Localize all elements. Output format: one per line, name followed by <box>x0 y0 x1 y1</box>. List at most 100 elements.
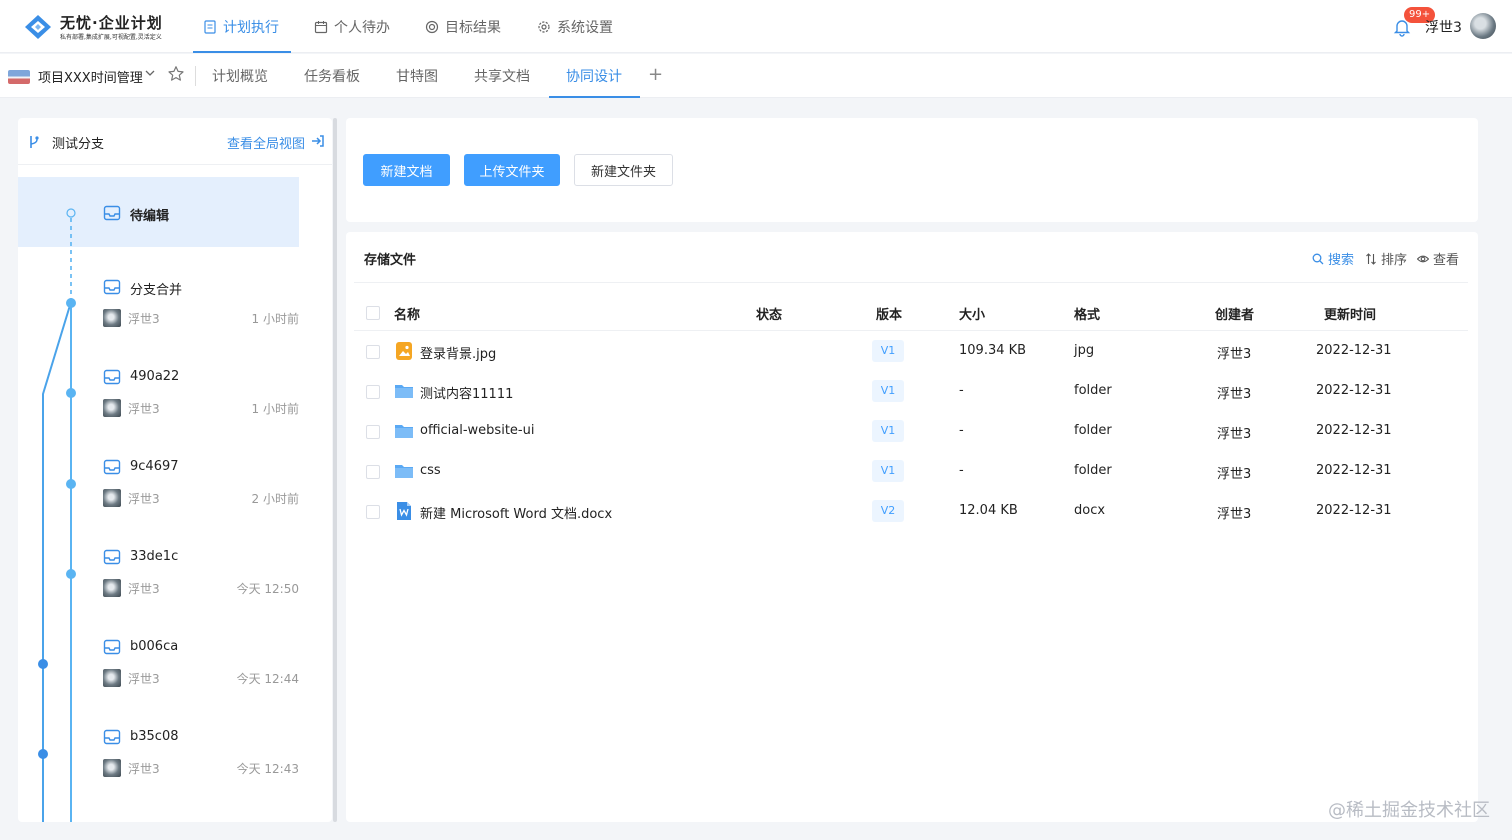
inbox-icon <box>103 279 121 295</box>
inbox-icon <box>103 639 121 655</box>
table-row[interactable]: 登录背景.jpg V1 109.34 KB jpg 浮世3 2022-12-31 <box>354 332 1468 372</box>
node-time: 今天 12:44 <box>236 672 299 686</box>
new-folder-button[interactable]: 新建文件夹 <box>574 154 673 186</box>
upload-folder-button[interactable]: 上传文件夹 <box>464 154 560 186</box>
user-avatar[interactable] <box>1470 13 1496 39</box>
col-version[interactable]: 版本 <box>876 304 902 323</box>
file-updated: 2022-12-31 <box>1316 503 1392 518</box>
version-badge: V1 <box>872 460 904 482</box>
word-file-icon <box>397 502 411 520</box>
file-creator: 浮世3 <box>1217 427 1252 442</box>
nav-tab-system-settings[interactable]: 系统设置 <box>537 0 613 53</box>
app-logo[interactable]: 无忧·企业计划 私有部署,集成扩展,可视配置,灵活定义 <box>24 12 184 42</box>
tab-plan-overview[interactable]: 计划概览 <box>212 54 268 98</box>
node-user: 浮世3 <box>128 402 160 416</box>
node-title: 待编辑 <box>130 209 170 224</box>
table-header: 名称 状态 版本 大小 格式 创建者 更新时间 <box>354 295 1468 331</box>
table-row[interactable]: official-website-ui V1 - folder 浮世3 2022… <box>354 412 1468 452</box>
inbox-icon <box>103 369 121 385</box>
avatar <box>103 399 121 417</box>
file-name[interactable]: css <box>420 463 441 478</box>
table-row[interactable]: 测试内容11111 V1 - folder 浮世3 2022-12-31 <box>354 372 1468 412</box>
node-time: 今天 12:43 <box>236 762 299 776</box>
row-checkbox[interactable] <box>366 465 380 479</box>
table-row[interactable]: css V1 - folder 浮世3 2022-12-31 <box>354 452 1468 492</box>
node-time: 1 小时前 <box>251 402 299 416</box>
file-name[interactable]: 测试内容11111 <box>420 383 513 402</box>
avatar <box>103 489 121 507</box>
nav-tab-label: 目标结果 <box>445 19 501 36</box>
project-subnav: 项目XXX时间管理 计划概览 任务看板 甘特图 共享文档 协同设计 + <box>0 54 1512 98</box>
node-title: 9c4697 <box>130 459 179 474</box>
node-user: 浮世3 <box>128 762 160 776</box>
select-all-checkbox[interactable] <box>366 306 380 320</box>
divider <box>195 66 196 86</box>
file-name[interactable]: 登录背景.jpg <box>420 343 496 362</box>
file-updated: 2022-12-31 <box>1316 343 1392 358</box>
add-tab-button[interactable]: + <box>648 64 663 85</box>
nav-tab-goal-results[interactable]: 目标结果 <box>425 0 501 53</box>
row-checkbox[interactable] <box>366 345 380 359</box>
version-badge: V2 <box>872 500 904 522</box>
row-checkbox[interactable] <box>366 505 380 519</box>
project-flag-icon <box>8 70 30 84</box>
gear-icon <box>538 20 550 33</box>
file-format: folder <box>1074 463 1112 478</box>
eye-icon <box>1417 255 1429 262</box>
project-name[interactable]: 项目XXX时间管理 <box>38 67 143 86</box>
file-name[interactable]: 新建 Microsoft Word 文档.docx <box>420 503 612 522</box>
tab-collab-design[interactable]: 协同设计 <box>549 54 640 98</box>
nav-tab-personal-todo[interactable]: 个人待办 <box>314 0 390 53</box>
folder-icon <box>395 465 413 478</box>
avatar <box>103 309 121 327</box>
table-row[interactable]: 新建 Microsoft Word 文档.docx V2 12.04 KB do… <box>354 492 1468 532</box>
star-icon[interactable] <box>167 65 185 83</box>
version-badge: V1 <box>872 340 904 362</box>
tab-gantt[interactable]: 甘特图 <box>396 54 438 98</box>
search-icon <box>1312 253 1324 264</box>
tab-shared-docs[interactable]: 共享文档 <box>474 54 530 98</box>
col-updated[interactable]: 更新时间 <box>1324 304 1376 323</box>
avatar <box>103 759 121 777</box>
file-format: docx <box>1074 503 1106 518</box>
logo-subtitle: 私有部署,集成扩展,可视配置,灵活定义 <box>60 34 162 41</box>
sort-tool[interactable]: 排序 <box>1365 249 1407 268</box>
file-size: 109.34 KB <box>959 343 1027 358</box>
file-updated: 2022-12-31 <box>1316 383 1392 398</box>
node-time: 1 小时前 <box>251 312 299 326</box>
nav-tab-label: 个人待办 <box>334 19 390 36</box>
watermark: @稀土掘金技术社区 <box>1328 800 1490 821</box>
files-divider <box>354 282 1468 283</box>
col-format[interactable]: 格式 <box>1074 304 1100 323</box>
file-size: - <box>959 463 964 478</box>
user-name[interactable]: 浮世3 <box>1425 17 1462 37</box>
file-name[interactable]: official-website-ui <box>420 423 534 438</box>
row-checkbox[interactable] <box>366 385 380 399</box>
file-size: - <box>959 423 964 438</box>
new-document-button[interactable]: 新建文档 <box>363 154 450 186</box>
file-creator: 浮世3 <box>1217 507 1252 522</box>
panel-scrollbar[interactable] <box>333 118 337 822</box>
view-label: 查看 <box>1433 253 1460 268</box>
document-icon <box>204 19 216 34</box>
inbox-icon <box>103 549 121 565</box>
col-status[interactable]: 状态 <box>756 304 782 323</box>
col-name[interactable]: 名称 <box>394 304 420 323</box>
col-size[interactable]: 大小 <box>959 304 985 323</box>
inbox-icon <box>103 729 121 745</box>
view-tool[interactable]: 查看 <box>1417 249 1459 268</box>
node-user: 浮世3 <box>128 312 160 326</box>
file-size: 12.04 KB <box>959 503 1018 518</box>
chevron-down-icon[interactable] <box>143 66 157 80</box>
node-title: b35c08 <box>130 729 179 744</box>
file-updated: 2022-12-31 <box>1316 423 1392 438</box>
node-title: b006ca <box>130 639 179 654</box>
nav-tab-plan-execution[interactable]: 计划执行 <box>193 0 291 53</box>
tab-task-board[interactable]: 任务看板 <box>304 54 360 98</box>
row-checkbox[interactable] <box>366 425 380 439</box>
avatar <box>103 669 121 687</box>
search-tool[interactable]: 搜索 <box>1312 249 1354 268</box>
node-user: 浮世3 <box>128 582 160 596</box>
col-creator[interactable]: 创建者 <box>1215 304 1254 323</box>
node-title: 33de1c <box>130 549 179 564</box>
